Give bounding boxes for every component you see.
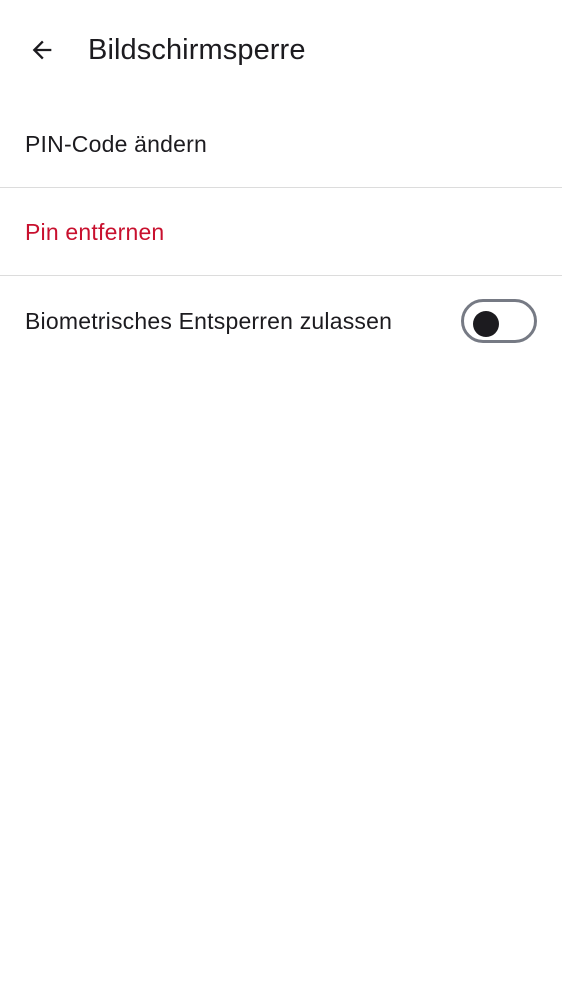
- biometric-unlock-label: Biometrisches Entsperren zulassen: [25, 308, 393, 334]
- biometric-unlock-item[interactable]: Biometrisches Entsperren zulassen: [0, 276, 562, 366]
- page-title: Bildschirmsperre: [88, 34, 306, 66]
- biometric-unlock-switch[interactable]: [461, 299, 537, 343]
- app-bar: Bildschirmsperre: [0, 0, 562, 100]
- back-button[interactable]: [20, 28, 64, 72]
- change-pin-item[interactable]: PIN-Code ändern: [0, 100, 562, 188]
- settings-list: PIN-Code ändern Pin entfernen Biometrisc…: [0, 100, 562, 366]
- remove-pin-label: Pin entfernen: [25, 218, 165, 245]
- arrow-left-icon: [32, 40, 52, 60]
- switch-thumb: [473, 311, 499, 337]
- lock-screen-settings: Bildschirmsperre PIN-Code ändern Pin ent…: [0, 0, 562, 1000]
- remove-pin-item[interactable]: Pin entfernen: [0, 188, 562, 276]
- change-pin-label: PIN-Code ändern: [25, 130, 207, 157]
